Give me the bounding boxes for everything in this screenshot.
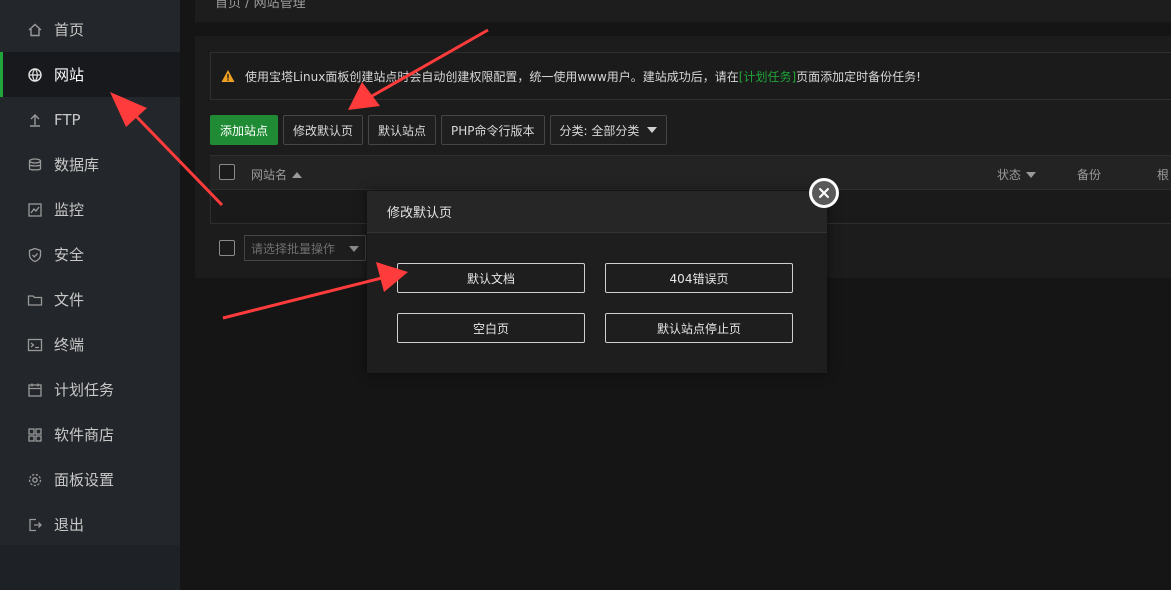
category-select[interactable]: 分类: 全部分类 (549, 115, 668, 145)
blank-page-button[interactable]: 空白页 (397, 313, 585, 343)
calendar-icon (26, 381, 44, 399)
add-site-button[interactable]: 添加站点 (210, 115, 279, 145)
sidebar: 首页 网站 FTP 数据库 监控 安全 文件 终端 计划任务 软件商店 面板设置… (0, 0, 180, 590)
batch-select-checkbox[interactable] (219, 240, 235, 256)
warning-icon (221, 70, 235, 82)
upload-icon (26, 111, 44, 129)
breadcrumb: 首页 / 网站管理 (215, 0, 306, 11)
logout-icon (26, 516, 44, 534)
batch-operation-select[interactable]: 请选择批量操作 (244, 235, 366, 261)
monitor-icon (26, 201, 44, 219)
chevron-down-icon (647, 127, 658, 133)
col-status-label: 状态 (997, 168, 1022, 182)
sidebar-item-label: 终端 (54, 336, 85, 354)
sidebar-item-label: 退出 (54, 516, 85, 534)
dialog-title: 修改默认页 (367, 191, 827, 233)
sidebar-item-label: 计划任务 (54, 381, 115, 399)
modify-default-page-button[interactable]: 修改默认页 (283, 115, 364, 145)
sidebar-item-label: 监控 (54, 201, 85, 219)
sidebar-item-monitor[interactable]: 监控 (0, 187, 180, 232)
sidebar-item-database[interactable]: 数据库 (0, 142, 180, 187)
col-root-label: 根 (1157, 168, 1170, 182)
sidebar-item-label: 安全 (54, 246, 85, 264)
sort-desc-icon (1026, 171, 1037, 178)
sidebar-item-website[interactable]: 网站 (0, 52, 180, 97)
sidebar-item-label: FTP (54, 110, 81, 129)
app-root: 首页 网站 FTP 数据库 监控 安全 文件 终端 计划任务 软件商店 面板设置… (0, 0, 1171, 590)
sidebar-item-files[interactable]: 文件 (0, 277, 180, 322)
col-root: 根 (1157, 166, 1169, 183)
php-cli-version-button[interactable]: PHP命令行版本 (441, 115, 545, 145)
category-select-label: 分类: 全部分类 (559, 123, 640, 138)
sidebar-item-label: 数据库 (54, 156, 100, 174)
sidebar-item-label: 软件商店 (54, 426, 115, 444)
cron-link[interactable]: [计划任务] (739, 68, 796, 85)
sidebar-item-logout[interactable]: 退出 (0, 502, 180, 547)
home-icon (26, 21, 44, 39)
sort-asc-icon (292, 171, 303, 178)
breadcrumb-bar: 首页 / 网站管理 (195, 0, 1171, 22)
alert-text-tail: 页面添加定时备份任务! (796, 69, 921, 84)
close-icon (812, 181, 836, 205)
toolbar: 添加站点 修改默认页 默认站点 PHP命令行版本 分类: 全部分类 (210, 115, 668, 145)
default-site-button[interactable]: 默认站点 (368, 115, 437, 145)
warning-alert: 使用宝塔Linux面板创建站点时会自动创建权限配置，统一使用www用户。建站成功… (210, 52, 1171, 100)
modify-default-page-dialog: 修改默认页 默认文档 404错误页 空白页 默认站点停止页 (367, 191, 827, 373)
col-status[interactable]: 状态 (997, 166, 1037, 183)
sidebar-item-home[interactable]: 首页 (0, 7, 180, 52)
sidebar-item-settings[interactable]: 面板设置 (0, 457, 180, 502)
sidebar-item-label: 面板设置 (54, 471, 115, 489)
shield-icon (26, 246, 44, 264)
sidebar-item-store[interactable]: 软件商店 (0, 412, 180, 457)
grid-icon (26, 426, 44, 444)
sidebar-item-ftp[interactable]: FTP (0, 97, 180, 142)
site-stopped-page-button[interactable]: 默认站点停止页 (605, 313, 793, 343)
dialog-close-button[interactable] (809, 178, 839, 208)
col-backup-label: 备份 (1077, 168, 1102, 182)
gear-icon (26, 471, 44, 489)
404-error-page-button[interactable]: 404错误页 (605, 263, 793, 293)
col-site-name-label: 网站名 (251, 168, 288, 182)
sidebar-item-terminal[interactable]: 终端 (0, 322, 180, 367)
chevron-down-icon (349, 246, 359, 252)
col-site-name[interactable]: 网站名 (251, 166, 303, 183)
sidebar-item-label: 网站 (54, 66, 85, 84)
select-all-checkbox[interactable] (219, 164, 235, 180)
sidebar-item-label: 文件 (54, 291, 85, 309)
sidebar-item-label: 首页 (54, 21, 85, 39)
sidebar-footer (0, 545, 180, 590)
folder-icon (26, 291, 44, 309)
globe-icon (26, 66, 44, 84)
sidebar-item-security[interactable]: 安全 (0, 232, 180, 277)
table-header: 网站名 状态 备份 根 (210, 155, 1171, 190)
alert-text: 使用宝塔Linux面板创建站点时会自动创建权限配置，统一使用www用户。建站成功… (245, 69, 739, 84)
default-document-button[interactable]: 默认文档 (397, 263, 585, 293)
sidebar-item-cron[interactable]: 计划任务 (0, 367, 180, 412)
batch-operation-placeholder: 请选择批量操作 (251, 241, 336, 256)
col-backup: 备份 (1077, 166, 1101, 183)
terminal-icon (26, 336, 44, 354)
database-icon (26, 156, 44, 174)
